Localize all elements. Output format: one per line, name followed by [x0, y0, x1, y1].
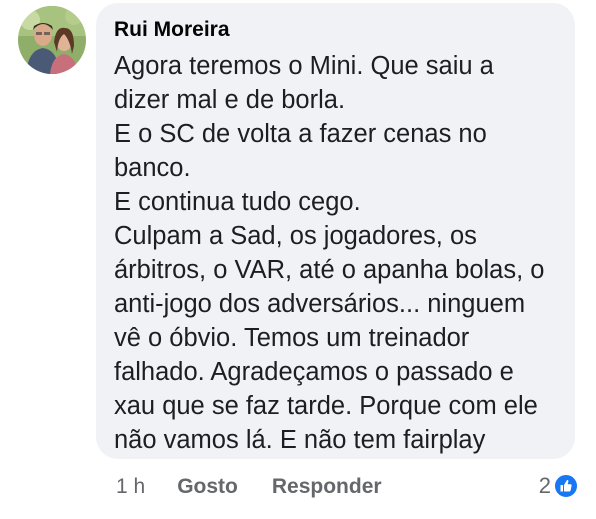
comment-actions: 1 h Gosto Responder: [116, 472, 416, 502]
comment-bubble: Rui Moreira Agora teremos o Mini. Que sa…: [96, 3, 575, 459]
like-button[interactable]: Gosto: [177, 475, 238, 499]
comment-timestamp[interactable]: 1 h: [116, 475, 145, 499]
reaction-count: 2: [538, 473, 551, 498]
like-thumb-icon: [554, 474, 578, 498]
comment-text-line: banco.: [114, 154, 191, 182]
comment-text-line: vê o óbvio. Temos um treinador: [114, 324, 470, 352]
comment-text-line: não vamos lá. E não tem fairplay: [114, 426, 486, 454]
reactions-summary[interactable]: 2: [539, 469, 578, 503]
avatar[interactable]: [18, 6, 86, 74]
comment-text-line: falhado. Agradeçamos o passado e: [114, 358, 514, 386]
comment-text-line: dizer mal e de borla.: [114, 86, 346, 114]
comment-text-line: Agora teremos o Mini. Que saiu a: [114, 52, 494, 80]
comment-text-line: Culpam a Sad, os jogadores, os: [114, 222, 477, 250]
comment-text: Agora teremos o Mini. Que saiu a dizer m…: [114, 49, 559, 457]
comment-text-line: anti-jogo dos adversários... ninguem: [114, 290, 526, 318]
comment-text-line: árbitros, o VAR, até o apanha bolas, o: [114, 256, 545, 284]
comment: Rui Moreira Agora teremos o Mini. Que sa…: [0, 0, 596, 519]
reply-button[interactable]: Responder: [272, 475, 382, 499]
comment-text-line: xau que se faz tarde. Porque com ele: [114, 392, 538, 420]
comment-text-line: E continua tudo cego.: [114, 188, 361, 216]
comment-author[interactable]: Rui Moreira: [114, 15, 559, 45]
avatar-photo: [18, 6, 86, 74]
comment-text-line: E o SC de volta a fazer cenas no: [114, 120, 487, 148]
